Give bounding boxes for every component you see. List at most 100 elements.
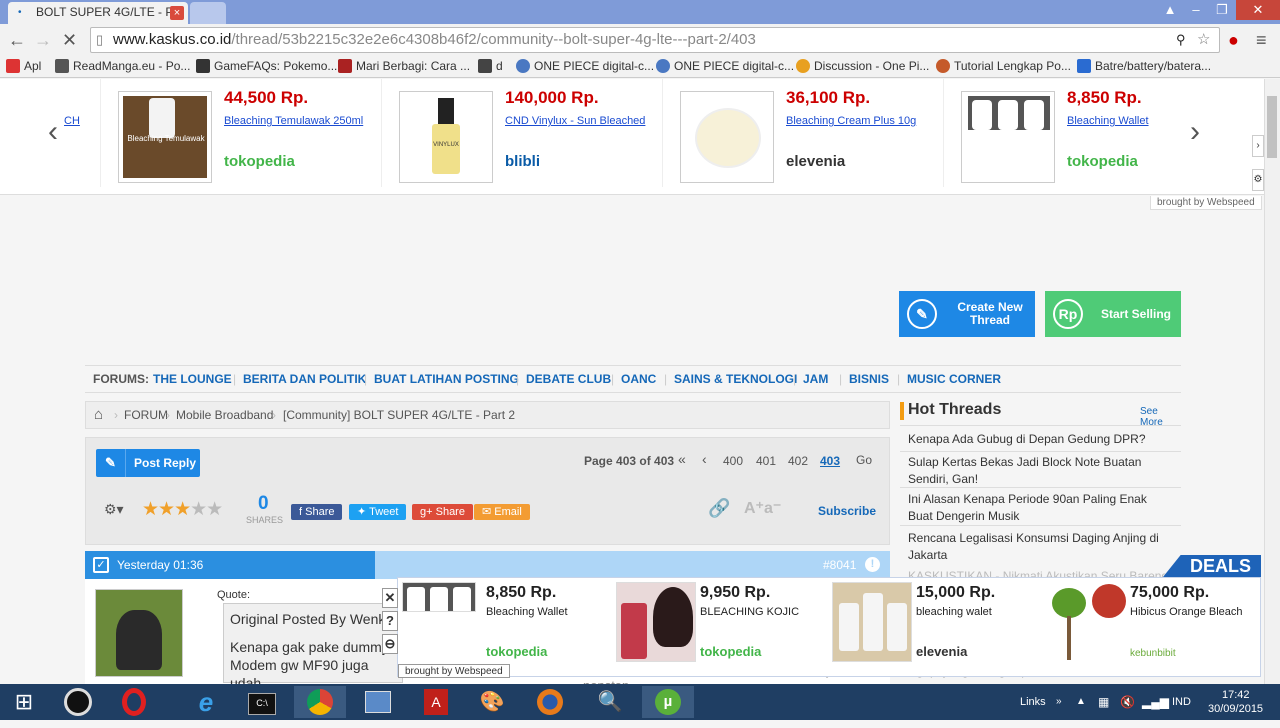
minimize-popup-icon[interactable]: ⊖ [382,634,398,654]
report-icon[interactable]: ! [865,557,880,572]
stop-loading-icon[interactable]: ✕ [62,30,77,50]
hot-thread-item[interactable]: Sulap Kertas Bekas Jadi Block Note Buata… [908,454,1173,488]
star-icon[interactable]: ☆ [1197,28,1210,52]
clock-time[interactable]: 17:42 [1222,688,1250,702]
tab-active[interactable]: • BOLT SUPER 4G/LTE - Pa × [8,2,188,24]
tray-app-icon[interactable]: ▦ [1098,684,1109,720]
side-arrow-icon[interactable]: › [1252,135,1264,157]
tab-close-icon[interactable]: × [170,6,184,20]
page-link[interactable]: 402 [788,454,808,468]
new-tab-button[interactable] [190,2,226,24]
tray-expand-icon[interactable]: ▲ [1076,684,1086,720]
links-chevron-icon[interactable]: » [1056,684,1062,720]
close-icon[interactable]: ✕ [382,588,398,608]
bookmark-item[interactable]: Discussion - One Pi... [796,59,929,73]
language-indicator[interactable]: IND [1172,684,1191,720]
twitter-tweet-button[interactable]: ✦ Tweet [349,504,407,520]
forum-link-sains-teknologi[interactable]: SAINS & TEKNOLOGI [674,366,797,392]
ad-product-link[interactable]: Bleaching Temulawak 250ml [224,115,363,127]
ad-product-link[interactable]: Bleaching Cream Plus 10g [786,115,916,127]
start-selling-button[interactable]: Rp Start Selling [1045,291,1181,337]
deal-item[interactable]: 9,950 Rp. BLEACHING KOJIC tokopedia [616,582,828,672]
prev-page-icon[interactable]: ‹ [702,451,707,467]
rating-stars[interactable]: ★★★★★ [142,498,223,521]
deal-item[interactable]: 75,000 Rp. Hibicus Orange Bleach kebunbi… [1046,582,1258,672]
cmd-icon[interactable]: C:\ [236,686,288,718]
page-link[interactable]: 400 [723,454,743,468]
deal-item[interactable]: 15,000 Rp. bleaching walet elevenia [832,582,1044,672]
googleplus-share-button[interactable]: g+ Share [412,504,473,520]
current-page-link[interactable]: 403 [820,454,840,468]
page-scrollbar[interactable] [1264,79,1280,684]
ad-product-link[interactable]: Bleaching Wallet [1067,115,1149,127]
ad-item[interactable]: 36,100 Rp. Bleaching Cream Plus 10g elev… [680,88,960,183]
facebook-share-button[interactable]: f Share [291,504,343,520]
hot-thread-item[interactable]: Kenapa Ada Gubug di Depan Gedung DPR? [908,431,1173,448]
control-panel-icon[interactable] [352,686,404,718]
volume-muted-icon[interactable]: 🔇 [1120,684,1135,720]
chrome-icon[interactable] [294,686,346,718]
bookmark-item[interactable]: GameFAQs: Pokemo... [196,59,337,73]
bookmark-item[interactable]: d [478,59,503,73]
scrollbar-thumb[interactable] [1267,96,1277,158]
forum-link-jam[interactable]: JAM [803,366,828,392]
restore-icon[interactable]: ❐ [1208,0,1236,20]
carousel-next-icon[interactable]: › [1190,115,1200,149]
help-icon[interactable]: ? [382,611,398,631]
forum-link-berita-politik[interactable]: BERITA DAN POLITIK [243,366,366,392]
address-bar[interactable]: ▯ www.kaskus.co.id/thread/53b2215c32e2e6… [90,27,1220,53]
bookmark-item[interactable]: ONE PIECE digital-c... [516,59,654,73]
checkbox-icon[interactable]: ✓ [93,557,109,573]
back-icon[interactable]: ← [8,30,26,50]
breadcrumb-forum[interactable]: FORUM [124,402,168,428]
utorrent-icon[interactable]: µ [642,686,694,718]
gear-icon[interactable]: ⚙▾ [104,501,124,518]
ie-icon[interactable]: e [180,686,232,718]
forum-link-the-lounge[interactable]: THE LOUNGE [153,366,232,392]
ad-item[interactable]: VINYLUX 140,000 Rp. CND Vinylux - Sun Bl… [399,88,679,183]
paint-icon[interactable]: 🎨 [466,686,518,718]
bookmark-item[interactable]: ReadManga.eu - Po... [55,59,190,73]
links-toolbar[interactable]: Links [1020,684,1046,720]
forum-link-oanc[interactable]: OANC [621,366,656,392]
create-thread-button[interactable]: ✎ Create New Thread [899,291,1035,337]
search-tool-icon[interactable]: 🔍 [584,686,636,718]
post-reply-button[interactable]: ✎ Post Reply [96,449,200,477]
post-number[interactable]: #8041 [823,558,856,572]
clock-date[interactable]: 30/09/2015 [1208,702,1263,716]
forward-icon[interactable]: → [34,30,52,50]
forum-link-latihan-posting[interactable]: BUAT LATIHAN POSTING [374,366,519,392]
carousel-prev-icon[interactable]: ‹ [48,115,58,149]
ad-partial-link[interactable]: CH [64,115,80,127]
bookmark-apps[interactable]: Apl [6,59,41,73]
minimize-icon[interactable]: – [1182,0,1210,20]
bookmark-item[interactable]: ONE PIECE digital-c... [656,59,794,73]
taskbar-app-icon[interactable] [52,686,104,718]
page-link[interactable]: 401 [756,454,776,468]
email-share-button[interactable]: ✉ Email [474,504,530,520]
deal-item[interactable]: 8,850 Rp. Bleaching Wallet tokopedia [402,582,614,672]
first-page-icon[interactable]: « [678,451,686,467]
breadcrumb-mobile-broadband[interactable]: Mobile Broadband [176,402,273,428]
pin-icon[interactable]: ⚲ [1176,28,1186,52]
bookmark-item[interactable]: Batre/battery/batera... [1077,59,1211,73]
link-icon[interactable]: 🔗 [708,498,730,519]
avatar[interactable] [95,589,183,677]
font-size-icon[interactable]: A⁺a⁻ [744,498,781,518]
start-button-icon[interactable]: ⊞ [0,686,48,718]
user-icon[interactable]: ▲ [1156,0,1184,20]
bookmark-item[interactable]: Mari Berbagi: Cara ... [338,59,470,73]
forum-link-music-corner[interactable]: MUSIC CORNER [907,366,1001,392]
settings-gear-icon[interactable]: ⚙ [1252,169,1264,191]
hot-thread-item[interactable]: Ini Alasan Kenapa Periode 90an Paling En… [908,491,1173,525]
forum-link-bisnis[interactable]: BISNIS [849,366,889,392]
extension-icon[interactable]: ● [1228,30,1239,50]
go-button[interactable]: Go [856,453,872,467]
subscribe-link[interactable]: Subscribe [818,504,876,518]
home-icon[interactable]: ⌂ [94,402,103,428]
close-window-icon[interactable]: ✕ [1236,0,1280,20]
ad-product-link[interactable]: CND Vinylux - Sun Bleached [505,115,645,127]
forum-link-debate-club[interactable]: DEBATE CLUB [526,366,611,392]
network-icon[interactable]: ▂▄▆ [1142,684,1169,720]
ad-item[interactable]: Bleaching Temulawak 44,500 Rp. Bleaching… [118,88,398,183]
